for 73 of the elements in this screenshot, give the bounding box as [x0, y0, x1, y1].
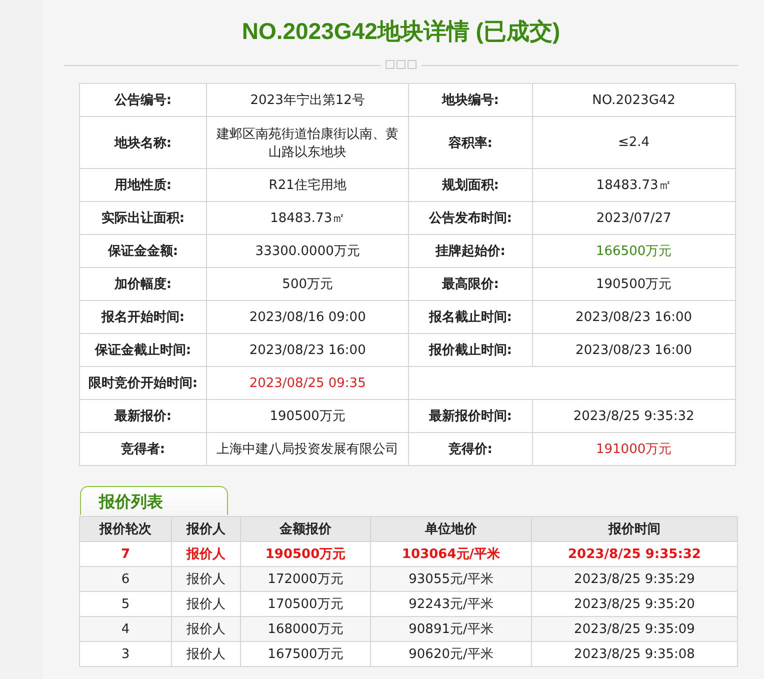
table-cell: 7: [80, 542, 172, 566]
field-label: 容积率:: [408, 116, 532, 168]
table-cell: 90620元/平米: [370, 642, 532, 666]
table-cell: 4: [80, 616, 172, 642]
field-value: 2023/07/27: [532, 202, 736, 234]
column-header: 报价轮次: [80, 516, 172, 542]
field-label: 报名截止时间:: [408, 300, 532, 334]
field-label: 公告编号:: [80, 84, 207, 116]
field-value: 18483.73㎡: [532, 168, 736, 202]
table-cell: 报价人: [172, 642, 240, 666]
page-title: NO.2023G42地块详情 (已成交): [240, 17, 562, 46]
field-value: 2023/08/23 16:00: [206, 334, 409, 366]
field-label: 限时竞价开始时间:: [80, 366, 207, 400]
field-label: 规划面积:: [408, 168, 532, 202]
table-cell: 168000万元: [240, 616, 370, 642]
field-value: 500万元: [206, 268, 409, 300]
field-label: 挂牌起始价:: [408, 234, 532, 268]
field-value: 166500万元: [532, 234, 736, 268]
column-header: 报价人: [172, 516, 240, 542]
table-cell: 90891元/平米: [370, 616, 532, 642]
field-label: 竞得者:: [80, 432, 207, 466]
table-cell: 报价人: [172, 542, 240, 566]
table-cell: 93055元/平米: [370, 566, 532, 592]
field-label: 用地性质:: [80, 168, 207, 202]
field-label: 报价截止时间:: [408, 334, 532, 366]
field-value: NO.2023G42: [532, 84, 736, 116]
field-value: 上海中建八局投资发展有限公司: [206, 432, 409, 466]
table-cell: 2023/8/25 9:35:08: [532, 642, 738, 666]
field-value: 18483.73㎡: [206, 202, 409, 234]
table-cell: 190500万元: [240, 542, 370, 566]
field-label: 保证金金额:: [80, 234, 207, 268]
field-label: 最高限价:: [408, 268, 532, 300]
table-cell: 172000万元: [240, 566, 370, 592]
field-value: 2023/8/25 9:35:32: [532, 400, 736, 432]
table-cell: 2023/8/25 9:35:20: [532, 592, 738, 616]
table-cell: 报价人: [172, 592, 240, 616]
table-cell: 5: [80, 592, 172, 616]
table-cell: 3: [80, 642, 172, 666]
field-label: 实际出让面积:: [80, 202, 207, 234]
table-cell: 167500万元: [240, 642, 370, 666]
table-cell: 2023/8/25 9:35:32: [532, 542, 738, 566]
table-cell: 6: [80, 566, 172, 592]
field-value: 2023/08/23 16:00: [532, 334, 736, 366]
field-label: 最新报价时间:: [408, 400, 532, 432]
field-value: 2023年宁出第12号: [206, 84, 409, 116]
field-value: 2023/08/25 09:35: [206, 366, 409, 400]
field-label: 加价幅度:: [80, 268, 207, 300]
field-value: 建邺区南苑街道怡康街以南、黄山路以东地块: [206, 116, 409, 168]
column-header: 单位地价: [370, 516, 532, 542]
table-cell: 92243元/平米: [370, 592, 532, 616]
field-value: 190500万元: [206, 400, 409, 432]
table-cell: 170500万元: [240, 592, 370, 616]
field-label: 保证金截止时间:: [80, 334, 207, 366]
field-label: 最新报价:: [80, 400, 207, 432]
field-label: 竞得价:: [408, 432, 532, 466]
field-value: 191000万元: [532, 432, 736, 466]
field-value: ≤2.4: [532, 116, 736, 168]
field-value: 190500万元: [532, 268, 736, 300]
table-cell: 103064元/平米: [370, 542, 532, 566]
column-header: 报价时间: [532, 516, 738, 542]
table-cell: 报价人: [172, 566, 240, 592]
field-label: 报名开始时间:: [80, 300, 207, 334]
field-label: 地块名称:: [80, 116, 207, 168]
table-cell: 2023/8/25 9:35:09: [532, 616, 738, 642]
field-label: 公告发布时间:: [408, 202, 532, 234]
column-header: 金额报价: [240, 516, 370, 542]
field-value: 2023/08/23 16:00: [532, 300, 736, 334]
field-value: R21住宅用地: [206, 168, 409, 202]
field-value: 33300.0000万元: [206, 234, 409, 268]
field-label: 地块编号:: [408, 84, 532, 116]
table-cell: 报价人: [172, 616, 240, 642]
field-value: 2023/08/16 09:00: [206, 300, 409, 334]
table-cell: 2023/8/25 9:35:29: [532, 566, 738, 592]
